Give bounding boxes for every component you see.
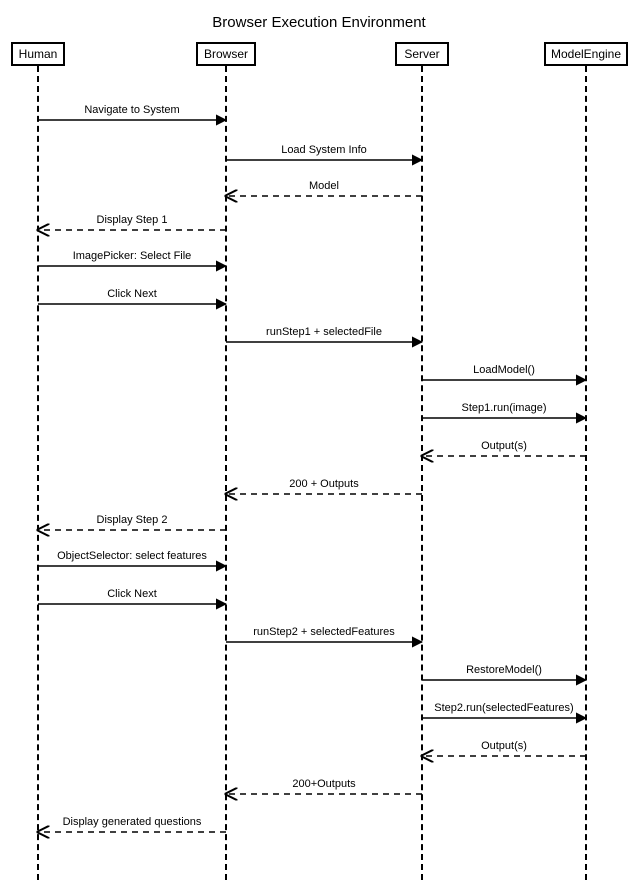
message-label: Display generated questions: [63, 816, 202, 828]
message-label: Output(s): [481, 440, 527, 452]
message-label: runStep2 + selectedFeatures: [253, 626, 395, 638]
message-label: RestoreModel(): [466, 664, 542, 676]
message-label: Display Step 1: [97, 214, 168, 226]
message-label: ImagePicker: Select File: [73, 250, 192, 262]
message-label: Navigate to System: [84, 104, 179, 116]
message-label: Display Step 2: [97, 514, 168, 526]
message-label: Click Next: [107, 588, 157, 600]
message-label: Load System Info: [281, 144, 367, 156]
message-label: Output(s): [481, 740, 527, 752]
message-label: Step2.run(selectedFeatures): [434, 702, 573, 714]
message-label: ObjectSelector: select features: [57, 550, 207, 562]
message-label: runStep1 + selectedFile: [266, 326, 382, 338]
arrows-layer: [0, 0, 638, 892]
message-label: Model: [309, 180, 339, 192]
sequence-diagram: Browser Execution Environment Human Brow…: [0, 0, 638, 892]
message-label: LoadModel(): [473, 364, 535, 376]
message-label: Step1.run(image): [462, 402, 547, 414]
message-label: 200+Outputs: [292, 778, 355, 790]
message-label: 200 + Outputs: [289, 478, 358, 490]
message-label: Click Next: [107, 288, 157, 300]
